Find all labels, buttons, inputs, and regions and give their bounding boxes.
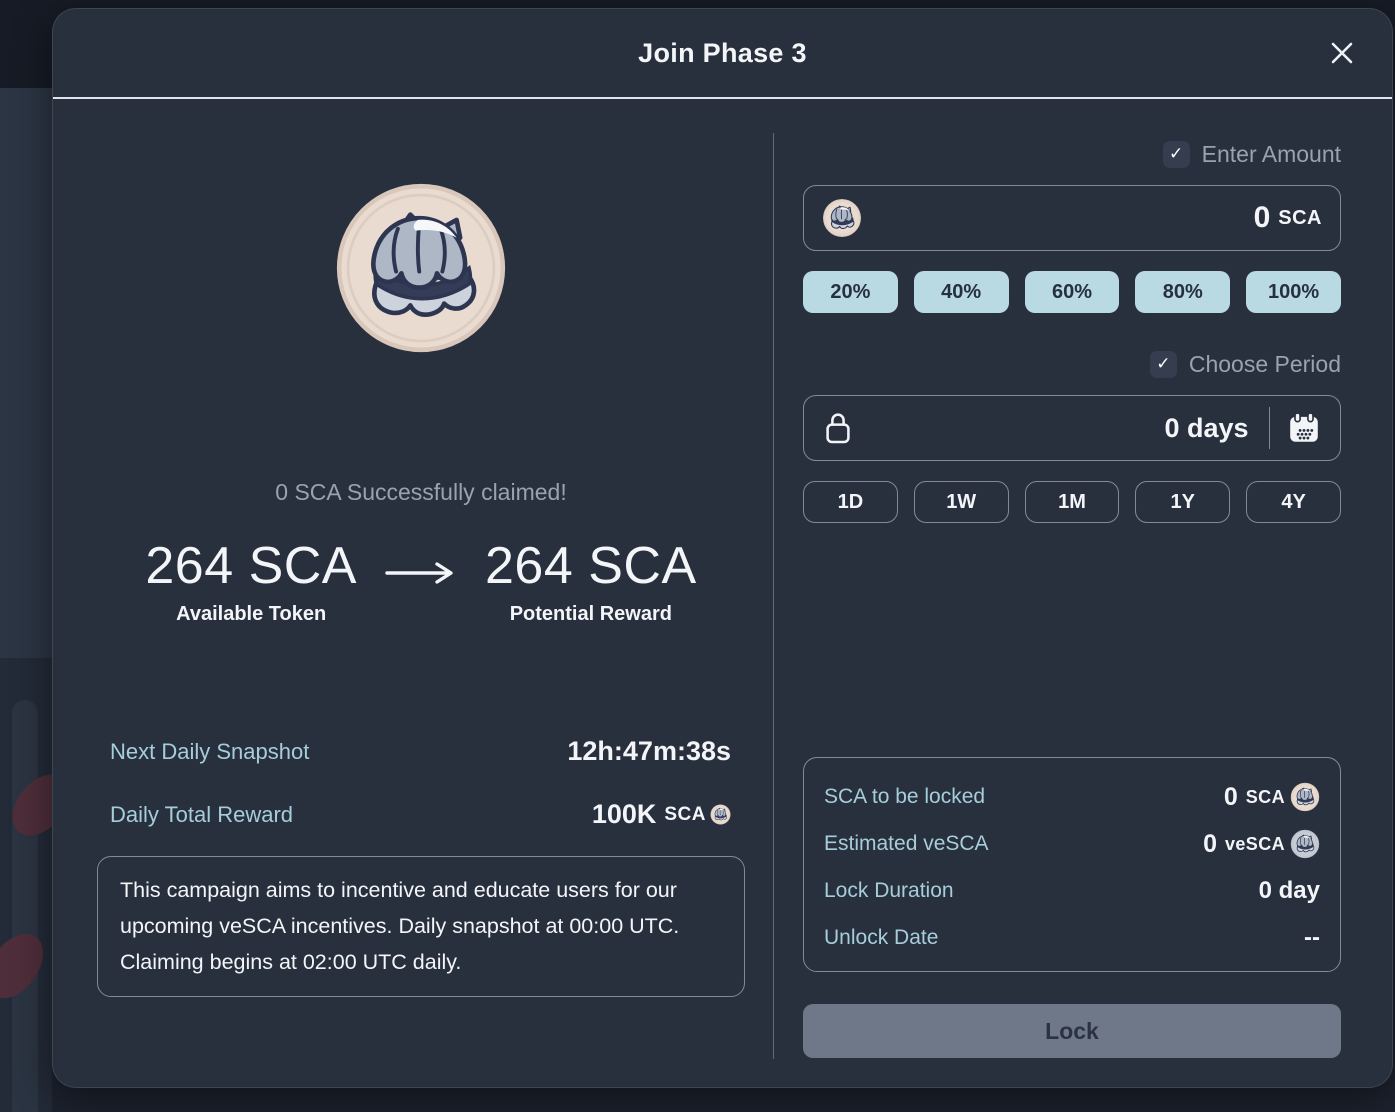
join-phase-modal: Join Phase 3 0 SCA Successfully claimed!… bbox=[52, 8, 1393, 1088]
claimed-status-text: 0 SCA Successfully claimed! bbox=[275, 479, 566, 506]
sca-locked-label: SCA to be locked bbox=[824, 785, 985, 809]
sca-coin-icon bbox=[710, 804, 731, 825]
estimated-vesca-value: 0 veSCA bbox=[1203, 829, 1320, 859]
period-buttons-row: 1D 1W 1M 1Y 4Y bbox=[803, 481, 1341, 523]
close-button[interactable] bbox=[1324, 35, 1360, 71]
lock-duration-row: Lock Duration 0 day bbox=[824, 876, 1320, 906]
modal-header: Join Phase 3 bbox=[53, 9, 1392, 99]
field-divider bbox=[1269, 407, 1271, 449]
percent-40-button[interactable]: 40% bbox=[914, 271, 1009, 313]
daily-reward-value: 100K SCA bbox=[592, 799, 731, 830]
period-1y-button[interactable]: 1Y bbox=[1135, 481, 1230, 523]
sca-locked-row: SCA to be locked 0 SCA bbox=[824, 782, 1320, 812]
backdrop-pillar bbox=[12, 700, 38, 1112]
choose-period-row: ✓ Choose Period bbox=[803, 349, 1341, 379]
lock-submit-button[interactable]: Lock bbox=[803, 1004, 1341, 1058]
percent-20-button[interactable]: 20% bbox=[803, 271, 898, 313]
sca-locked-value: 0 SCA bbox=[1224, 782, 1320, 812]
potential-reward-label: Potential Reward bbox=[510, 603, 672, 626]
percent-80-button[interactable]: 80% bbox=[1135, 271, 1230, 313]
period-1d-button[interactable]: 1D bbox=[803, 481, 898, 523]
available-token-group: 264 SCA Available Token bbox=[145, 538, 357, 626]
sca-coin-icon bbox=[332, 179, 510, 357]
reward-panel: 0 SCA Successfully claimed! 264 SCA Avai… bbox=[97, 99, 773, 1087]
estimated-vesca-amount: 0 bbox=[1203, 830, 1217, 859]
amount-unit: SCA bbox=[1278, 207, 1322, 230]
close-icon bbox=[1327, 38, 1357, 68]
estimated-vesca-unit: veSCA bbox=[1225, 834, 1285, 855]
sca-coin-icon bbox=[1290, 782, 1320, 812]
campaign-description: This campaign aims to incentive and educ… bbox=[97, 856, 745, 997]
period-1m-button[interactable]: 1M bbox=[1025, 481, 1120, 523]
token-values-row: 264 SCA Available Token 264 SCA Potentia… bbox=[97, 538, 745, 626]
period-input[interactable]: 0 days bbox=[803, 395, 1341, 461]
available-token-label: Available Token bbox=[176, 603, 326, 626]
lock-summary-box: SCA to be locked 0 SCA Estimated veSCA 0… bbox=[803, 757, 1341, 972]
unlock-date-value: -- bbox=[1304, 924, 1320, 952]
daily-reward-label: Daily Total Reward bbox=[110, 802, 293, 828]
vesca-coin-icon bbox=[1290, 829, 1320, 859]
calendar-icon[interactable] bbox=[1286, 410, 1322, 446]
potential-reward-group: 264 SCA Potential Reward bbox=[485, 538, 697, 626]
next-snapshot-label: Next Daily Snapshot bbox=[110, 739, 309, 765]
sca-coin-icon bbox=[822, 198, 862, 238]
next-snapshot-row: Next Daily Snapshot 12h:47m:38s bbox=[97, 736, 745, 767]
daily-reward-unit: SCA bbox=[664, 804, 706, 826]
backdrop-left-panel bbox=[0, 88, 52, 658]
checkmark-icon: ✓ bbox=[1156, 354, 1170, 374]
campaign-stats: Next Daily Snapshot 12h:47m:38s Daily To… bbox=[97, 736, 745, 830]
arrow-right-icon bbox=[383, 538, 459, 591]
available-token-value: 264 SCA bbox=[145, 538, 357, 595]
sca-locked-amount: 0 bbox=[1224, 783, 1238, 812]
lock-icon bbox=[822, 408, 854, 448]
daily-reward-amount: 100K bbox=[592, 799, 657, 830]
percent-buttons-row: 20% 40% 60% 80% 100% bbox=[803, 271, 1341, 313]
amount-value: 0 bbox=[1254, 201, 1271, 235]
period-4y-button[interactable]: 4Y bbox=[1246, 481, 1341, 523]
lock-form-panel: ✓ Enter Amount 0 SCA 20% 40% 60% 80% 100… bbox=[774, 99, 1341, 1087]
percent-100-button[interactable]: 100% bbox=[1246, 271, 1341, 313]
estimated-vesca-label: Estimated veSCA bbox=[824, 832, 989, 856]
percent-60-button[interactable]: 60% bbox=[1025, 271, 1120, 313]
amount-input[interactable]: 0 SCA bbox=[803, 185, 1341, 251]
modal-title: Join Phase 3 bbox=[638, 38, 807, 69]
choose-period-checkbox[interactable]: ✓ bbox=[1150, 351, 1177, 378]
unlock-date-row: Unlock Date -- bbox=[824, 923, 1320, 953]
checkmark-icon: ✓ bbox=[1169, 144, 1183, 164]
modal-body: 0 SCA Successfully claimed! 264 SCA Avai… bbox=[53, 99, 1392, 1087]
estimated-vesca-row: Estimated veSCA 0 veSCA bbox=[824, 829, 1320, 859]
lock-duration-value: 0 day bbox=[1259, 877, 1320, 905]
daily-reward-row: Daily Total Reward 100K SCA bbox=[97, 799, 745, 830]
next-snapshot-value: 12h:47m:38s bbox=[567, 736, 731, 767]
unlock-date-label: Unlock Date bbox=[824, 926, 938, 950]
period-days-value: 0 days bbox=[1164, 413, 1248, 444]
enter-amount-checkbox[interactable]: ✓ bbox=[1163, 141, 1190, 168]
sca-locked-unit: SCA bbox=[1246, 787, 1285, 808]
lock-duration-label: Lock Duration bbox=[824, 879, 954, 903]
period-1w-button[interactable]: 1W bbox=[914, 481, 1009, 523]
choose-period-label: Choose Period bbox=[1189, 351, 1341, 378]
potential-reward-value: 264 SCA bbox=[485, 538, 697, 595]
enter-amount-row: ✓ Enter Amount bbox=[803, 139, 1341, 169]
enter-amount-label: Enter Amount bbox=[1202, 141, 1341, 168]
